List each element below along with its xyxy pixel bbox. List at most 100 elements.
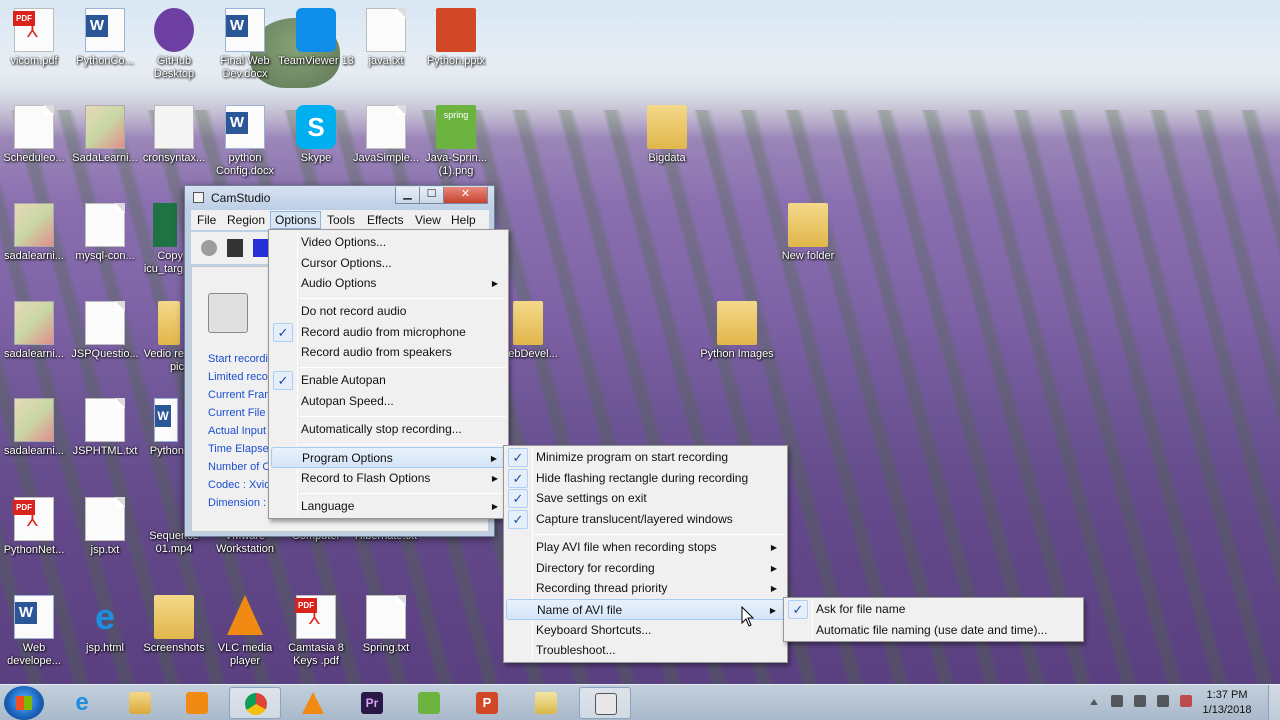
menu-item-capture-translucent[interactable]: ✓ Capture translucent/layered windows bbox=[506, 509, 785, 530]
desktop-icon[interactable]: W PythonCo... bbox=[67, 8, 143, 68]
menu-region[interactable]: Region bbox=[227, 213, 265, 227]
camstudio-app-icon bbox=[193, 192, 204, 203]
menu-item-enable-autopan[interactable]: ✓ Enable Autopan bbox=[271, 370, 506, 391]
desktop-icon[interactable]: sadalearni... bbox=[0, 203, 72, 263]
menu-item-label: Autopan Speed... bbox=[301, 394, 394, 408]
menu-item-hide-flashing-rectangle[interactable]: ✓ Hide flashing rectangle during recordi… bbox=[506, 468, 785, 489]
menu-item-flash-options[interactable]: Record to Flash Options ▶ bbox=[271, 468, 506, 489]
taskbar-app-file-explorer[interactable] bbox=[114, 687, 166, 719]
menu-item-language[interactable]: Language ▶ bbox=[271, 496, 506, 517]
minimize-button[interactable]: ▁ bbox=[395, 187, 420, 204]
desktop-icon-label: JavaSimple... bbox=[352, 152, 420, 164]
spring-image-icon: spring bbox=[436, 105, 476, 149]
desktop-icon[interactable]: Scheduleo... bbox=[0, 105, 72, 165]
desktop-icon[interactable]: Spring.txt bbox=[348, 595, 424, 655]
menu-item-do-not-record-audio[interactable]: Do not record audio bbox=[271, 301, 506, 322]
taskbar-app-internet-explorer[interactable]: e bbox=[56, 687, 108, 719]
desktop-icon[interactable]: jsp.txt bbox=[67, 497, 143, 557]
menu-item-record-speakers[interactable]: Record audio from speakers bbox=[271, 342, 506, 363]
action-center-icon[interactable] bbox=[1180, 695, 1192, 707]
camstudio-titlebar[interactable]: CamStudio ▁ ☐ ✕ bbox=[185, 186, 494, 210]
menu-item-program-options[interactable]: Program Options ▶ bbox=[271, 447, 506, 468]
checkmark-icon: ✓ bbox=[273, 371, 293, 390]
taskbar-app-premiere[interactable]: Pr bbox=[346, 687, 398, 719]
menu-item-cursor-options[interactable]: Cursor Options... bbox=[271, 253, 506, 274]
desktop-icon[interactable]: JSPQuestio... bbox=[67, 301, 143, 361]
desktop-icon[interactable]: VLC media player bbox=[207, 595, 283, 668]
desktop-icon[interactable]: TeamViewer 13 bbox=[278, 8, 354, 68]
pause-button[interactable] bbox=[227, 239, 243, 257]
taskbar-app-powerpoint[interactable]: P bbox=[461, 687, 513, 719]
desktop-icon[interactable]: Copy icu_targ bbox=[133, 203, 183, 276]
volume-icon[interactable] bbox=[1157, 695, 1169, 707]
word-doc-icon: W bbox=[85, 8, 125, 52]
desktop-icon-label: sadalearni... bbox=[4, 348, 64, 360]
desktop-icon[interactable]: Bigdata bbox=[629, 105, 705, 165]
desktop-icon[interactable]: ebDevel... bbox=[505, 301, 561, 361]
desktop-icon[interactable]: sadalearni... bbox=[0, 398, 72, 458]
desktop-icon[interactable]: PDF ⅄ vicom.pdf bbox=[0, 8, 72, 68]
system-clock[interactable]: 1:37 PM 1/13/2018 bbox=[1196, 688, 1258, 718]
menu-item-video-options[interactable]: Video Options... bbox=[271, 232, 506, 253]
desktop-icon[interactable]: SadaLearni... bbox=[67, 105, 143, 165]
menu-effects[interactable]: Effects bbox=[367, 213, 403, 227]
taskbar-app-excel[interactable] bbox=[403, 687, 455, 719]
menu-item-minimize-on-start[interactable]: ✓ Minimize program on start recording bbox=[506, 447, 785, 468]
menu-item-audio-options[interactable]: Audio Options ▶ bbox=[271, 273, 506, 294]
menu-item-autopan-speed[interactable]: Autopan Speed... bbox=[271, 391, 506, 412]
menu-item-automatic-naming[interactable]: Automatic file naming (use date and time… bbox=[786, 620, 1081, 641]
taskbar-app-media-player[interactable] bbox=[171, 687, 223, 719]
desktop-icon-label: Python.pptx bbox=[426, 55, 486, 67]
desktop-icon[interactable]: Python.pptx bbox=[418, 8, 494, 68]
taskbar-app-vlc[interactable] bbox=[287, 687, 339, 719]
menu-view[interactable]: View bbox=[415, 213, 441, 227]
show-hidden-icons-icon[interactable] bbox=[1090, 699, 1098, 705]
menu-item-save-settings[interactable]: ✓ Save settings on exit bbox=[506, 488, 785, 509]
desktop-icon[interactable]: W Web develope... bbox=[0, 595, 72, 668]
menu-separator bbox=[299, 416, 506, 417]
desktop-icon[interactable]: W Python bbox=[138, 398, 184, 458]
desktop-icon[interactable]: java.txt bbox=[348, 8, 424, 68]
menu-item-troubleshoot[interactable]: Troubleshoot... bbox=[506, 640, 785, 661]
menu-item-play-avi[interactable]: Play AVI file when recording stops ▶ bbox=[506, 537, 785, 558]
taskbar-app-folder[interactable] bbox=[520, 687, 572, 719]
desktop-icon[interactable]: mysql-con... bbox=[67, 203, 143, 263]
desktop-icon[interactable]: Python Images bbox=[699, 301, 775, 361]
desktop-icon[interactable]: JavaSimple... bbox=[348, 105, 424, 165]
desktop-icon[interactable]: e jsp.html bbox=[67, 595, 143, 655]
menu-item-auto-stop[interactable]: Automatically stop recording... bbox=[271, 419, 506, 440]
desktop-icon[interactable]: S Skype bbox=[278, 105, 354, 165]
taskbar-app-camstudio[interactable] bbox=[579, 687, 631, 719]
show-desktop-button[interactable] bbox=[1268, 685, 1280, 720]
desktop-icon[interactable]: sadalearni... bbox=[0, 301, 72, 361]
desktop-icon[interactable]: cronsyntax... bbox=[136, 105, 212, 165]
menu-options[interactable]: Options bbox=[270, 211, 322, 229]
menu-help[interactable]: Help bbox=[451, 213, 476, 227]
menu-item-directory-recording[interactable]: Directory for recording ▶ bbox=[506, 558, 785, 579]
device-icon[interactable] bbox=[1134, 695, 1146, 707]
desktop-icon[interactable]: Vedio re pic bbox=[138, 301, 184, 374]
taskbar: e Pr P 1:37 PM 1/13/2018 bbox=[0, 684, 1280, 720]
desktop-icon[interactable]: New folder bbox=[770, 203, 846, 263]
network-status-icon[interactable] bbox=[1111, 695, 1123, 707]
record-button[interactable] bbox=[201, 240, 217, 256]
desktop-icon[interactable]: JSPHTML.txt bbox=[67, 398, 143, 458]
desktop-icon[interactable]: W Final Web Dev.docx bbox=[207, 8, 283, 81]
menu-item-record-microphone[interactable]: ✓ Record audio from microphone bbox=[271, 322, 506, 343]
desktop-icon[interactable]: GitHub Desktop bbox=[136, 8, 212, 81]
desktop-icon[interactable]: PDF ⅄ PythonNet... bbox=[0, 497, 72, 557]
desktop-icon[interactable]: Screenshots bbox=[136, 595, 212, 655]
maximize-button[interactable]: ☐ bbox=[419, 187, 444, 204]
taskbar-app-chrome[interactable] bbox=[229, 687, 281, 719]
menu-item-ask-file-name[interactable]: ✓ Ask for file name bbox=[786, 599, 1081, 620]
desktop-icon[interactable]: PDF ⅄ Camtasia 8 Keys .pdf bbox=[278, 595, 354, 668]
desktop-icon[interactable]: W python Config.docx bbox=[207, 105, 283, 178]
menu-item-thread-priority[interactable]: Recording thread priority ▶ bbox=[506, 578, 785, 599]
menu-file[interactable]: File bbox=[197, 213, 216, 227]
menu-item-label: Minimize program on start recording bbox=[536, 450, 729, 464]
desktop-icon[interactable]: spring Java-Sprin... (1).png bbox=[418, 105, 494, 178]
start-button[interactable] bbox=[4, 686, 44, 720]
menu-tools[interactable]: Tools bbox=[327, 213, 355, 227]
close-button[interactable]: ✕ bbox=[443, 187, 488, 204]
stop-button[interactable] bbox=[253, 239, 269, 257]
